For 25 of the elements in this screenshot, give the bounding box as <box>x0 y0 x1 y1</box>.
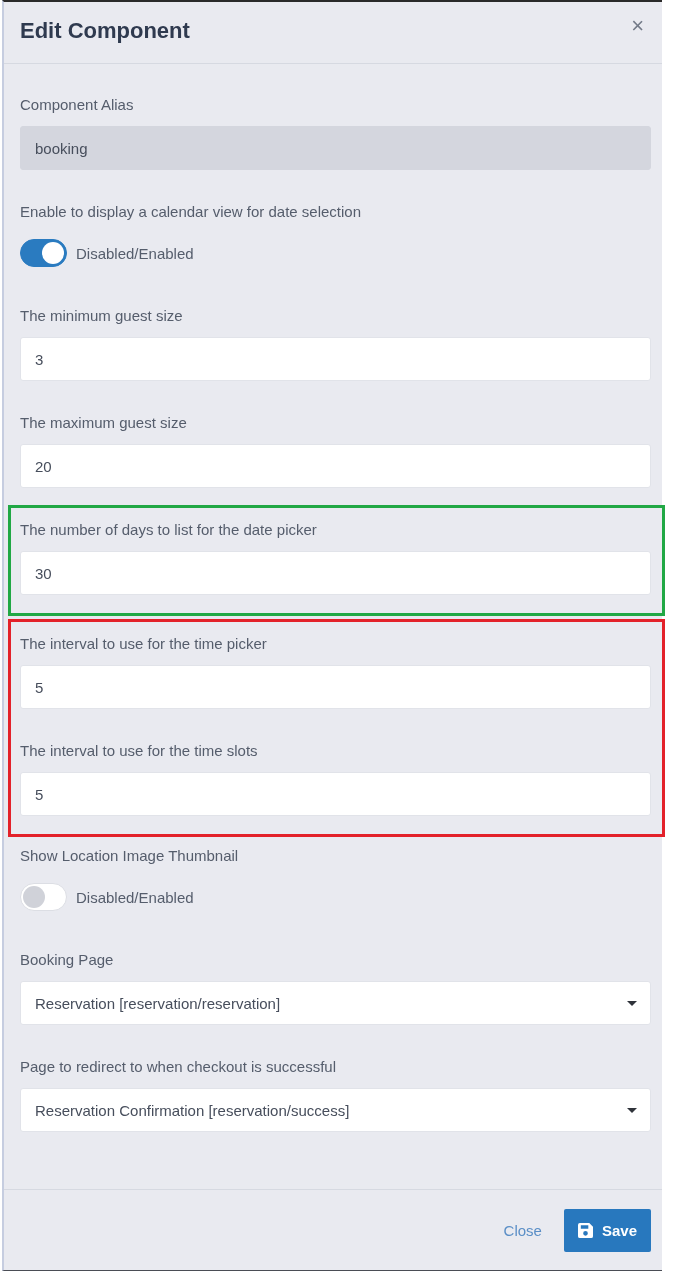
select-field[interactable]: Reservation [reservation/reservation] <box>20 981 651 1025</box>
field-label: The interval to use for the time picker <box>20 634 268 654</box>
switch-caption: Disabled/Enabled <box>76 888 194 906</box>
close-button[interactable]: × <box>629 14 646 38</box>
field-label: The number of days to list for the date picker <box>20 520 318 540</box>
text-field[interactable]: 5 <box>20 665 651 709</box>
field-label: The maximum guest size <box>20 413 188 433</box>
field-label: Booking Page <box>20 950 115 970</box>
dialog-title: Edit Component <box>20 17 190 45</box>
toggle-switch[interactable] <box>20 239 67 267</box>
text-field[interactable]: 30 <box>20 551 651 595</box>
field-label: The interval to use for the time slots <box>20 741 259 761</box>
field-label: The minimum guest size <box>20 306 184 326</box>
field-label: Show Location Image Thumbnail <box>20 846 240 866</box>
switch-caption: Disabled/Enabled <box>76 244 194 262</box>
select-field[interactable]: Reservation Confirmation [reservation/success] <box>20 1088 651 1132</box>
text-field[interactable]: 3 <box>20 337 651 381</box>
text-field[interactable]: 5 <box>20 772 651 816</box>
field-label: Enable to display a calendar view for date selection <box>20 202 363 222</box>
field-label: Page to redirect to when checkout is successful <box>20 1057 337 1077</box>
text-field[interactable]: 20 <box>20 444 651 488</box>
caret-icon <box>627 1107 637 1113</box>
caret-icon <box>627 1000 637 1006</box>
save-button[interactable]: Save <box>563 1209 651 1252</box>
field-label: Component Alias <box>20 95 135 115</box>
